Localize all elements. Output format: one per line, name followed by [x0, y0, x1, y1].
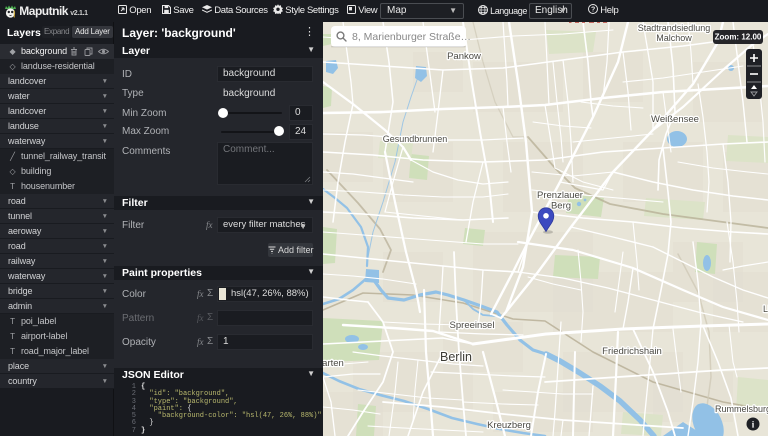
svg-text:Gesundbrunnen: Gesundbrunnen — [383, 134, 448, 144]
svg-text:Friedrichshain: Friedrichshain — [602, 346, 662, 357]
svg-text:Stadtrandsiedlung: Stadtrandsiedlung — [638, 23, 711, 33]
svg-text:Weißensee: Weißensee — [651, 114, 699, 125]
svg-text:8, Marienburger Straße…: 8, Marienburger Straße… — [352, 31, 471, 43]
svg-text:?: ? — [591, 6, 595, 13]
svg-text:Lic: Lic — [763, 304, 768, 314]
svg-text:Berlin: Berlin — [440, 350, 472, 364]
svg-text:Spreeinsel: Spreeinsel — [450, 320, 495, 331]
svg-text:Malchow: Malchow — [656, 33, 692, 43]
svg-text:Rummelsburg: Rummelsburg — [715, 404, 768, 414]
svg-text:Pankow: Pankow — [447, 51, 481, 62]
svg-text:Zoom: 12.00: Zoom: 12.00 — [715, 33, 762, 42]
svg-text:Prenzlauer: Prenzlauer — [537, 190, 583, 201]
svg-text:Kreuzberg: Kreuzberg — [487, 420, 531, 431]
svg-text:Berg: Berg — [551, 201, 571, 212]
svg-text:arten: arten — [323, 358, 344, 369]
